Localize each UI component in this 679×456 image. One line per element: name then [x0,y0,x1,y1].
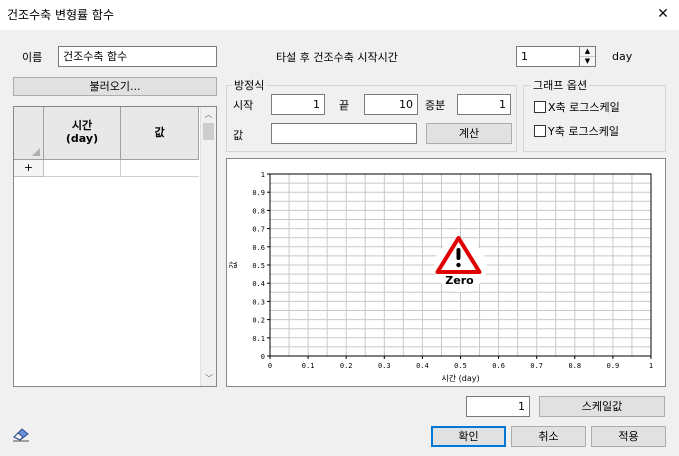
x-tick-label: 0.4 [416,362,429,370]
scroll-down-icon[interactable]: ﹀ [201,371,217,386]
equation-end-label: 끝 [339,99,350,112]
equation-value-label: 값 [233,129,244,142]
x-tick-label: 0.6 [492,362,505,370]
x-tick-label: 0 [268,362,272,370]
equation-value-input[interactable] [271,123,417,144]
y-log-checkbox[interactable] [534,125,546,137]
equation-start-input[interactable]: 1 [271,94,325,115]
x-tick-label: 0.7 [530,362,543,370]
new-row-value-cell[interactable] [121,160,199,177]
y-tick-label: 0.5 [252,262,265,270]
table-scrollbar[interactable]: ︿ ﹀ [200,107,216,386]
equation-start-label: 시작 [233,99,254,112]
column-header-time[interactable]: 시간 (day) [44,107,121,160]
stepper-down-icon[interactable]: ▼ [580,57,595,66]
stepper-up-icon[interactable]: ▲ [580,47,595,57]
select-all-icon [32,148,40,156]
cancel-button[interactable]: 취소 [511,426,586,447]
x-tick-label: 0.1 [302,362,315,370]
y-tick-label: 0.7 [252,226,265,234]
start-time-stepper[interactable]: ▲ ▼ [580,46,596,67]
y-tick-label: 0.3 [252,298,265,306]
y-log-label[interactable]: Y축 로그스케일 [548,123,619,139]
x-tick-label: 0.3 [378,362,391,370]
data-table[interactable]: 시간 (day) 값 + ︿ ﹀ [13,106,217,387]
equation-title: 방정식 [232,77,267,93]
zero-annotation: Zero [445,274,474,287]
ok-button[interactable]: 확인 [431,426,506,447]
start-time-unit: day [612,50,633,63]
graph-options-title: 그래프 옵션 [531,77,590,93]
x-tick-label: 0.5 [454,362,467,370]
warning-exclamation-bar [456,248,461,260]
equation-end-input[interactable]: 10 [364,94,418,115]
equation-step-input[interactable]: 1 [457,94,511,115]
load-button[interactable]: 불러오기... [13,77,217,96]
y-tick-label: 1 [261,171,265,179]
warning-exclamation-dot [456,262,461,268]
scroll-up-icon[interactable]: ︿ [201,107,216,122]
add-row-icon[interactable]: + [14,160,44,177]
start-time-input[interactable]: 1 [516,46,580,67]
y-tick-label: 0 [261,353,265,361]
x-tick-label: 0.2 [340,362,353,370]
x-log-label[interactable]: X축 로그스케일 [548,99,620,115]
equation-step-label: 증분 [425,99,446,112]
calculate-button[interactable]: 계산 [426,123,512,144]
y-tick-label: 0.4 [252,280,265,288]
window-title: 건조수축 변형률 함수 [7,8,114,22]
y-tick-label: 0.9 [252,189,265,197]
y-tick-label: 0.1 [252,335,265,343]
eraser-icon[interactable] [11,426,31,442]
scale-input[interactable]: 1 [466,396,530,417]
table-corner[interactable] [14,107,44,160]
chart-svg: 0 0.1 0.2 0.3 0.4 0.5 0.6 0.7 0.8 0.9 1 0 0.1 0.2 0.3 0… [228,171,653,383]
x-tick-label: 1 [649,362,653,370]
x-tick-label: 0.8 [568,362,581,370]
start-time-label: 타설 후 건조수축 시작시간 [276,51,398,64]
y-axis-label: 값 [228,261,238,269]
y-tick-label: 0.2 [252,317,265,325]
x-log-checkbox[interactable] [534,101,546,113]
scroll-thumb[interactable] [203,123,214,140]
new-row-time-cell[interactable] [44,160,121,177]
apply-button[interactable]: 적용 [591,426,666,447]
x-tick-label: 0.9 [607,362,620,370]
close-icon[interactable]: ✕ [652,3,674,25]
chart-container: 0 0.1 0.2 0.3 0.4 0.5 0.6 0.7 0.8 0.9 1 0 0.1 0.2 0.3 0… [226,158,666,387]
x-axis-label: 시간 (day) [441,373,479,383]
y-tick-label: 0.8 [252,207,265,215]
column-header-value[interactable]: 값 [121,107,199,160]
name-input[interactable]: 건조수축 함수 [58,46,217,67]
y-tick-label: 0.6 [252,244,265,252]
scale-button[interactable]: 스케일값 [539,396,665,417]
name-label: 이름 [22,51,43,64]
